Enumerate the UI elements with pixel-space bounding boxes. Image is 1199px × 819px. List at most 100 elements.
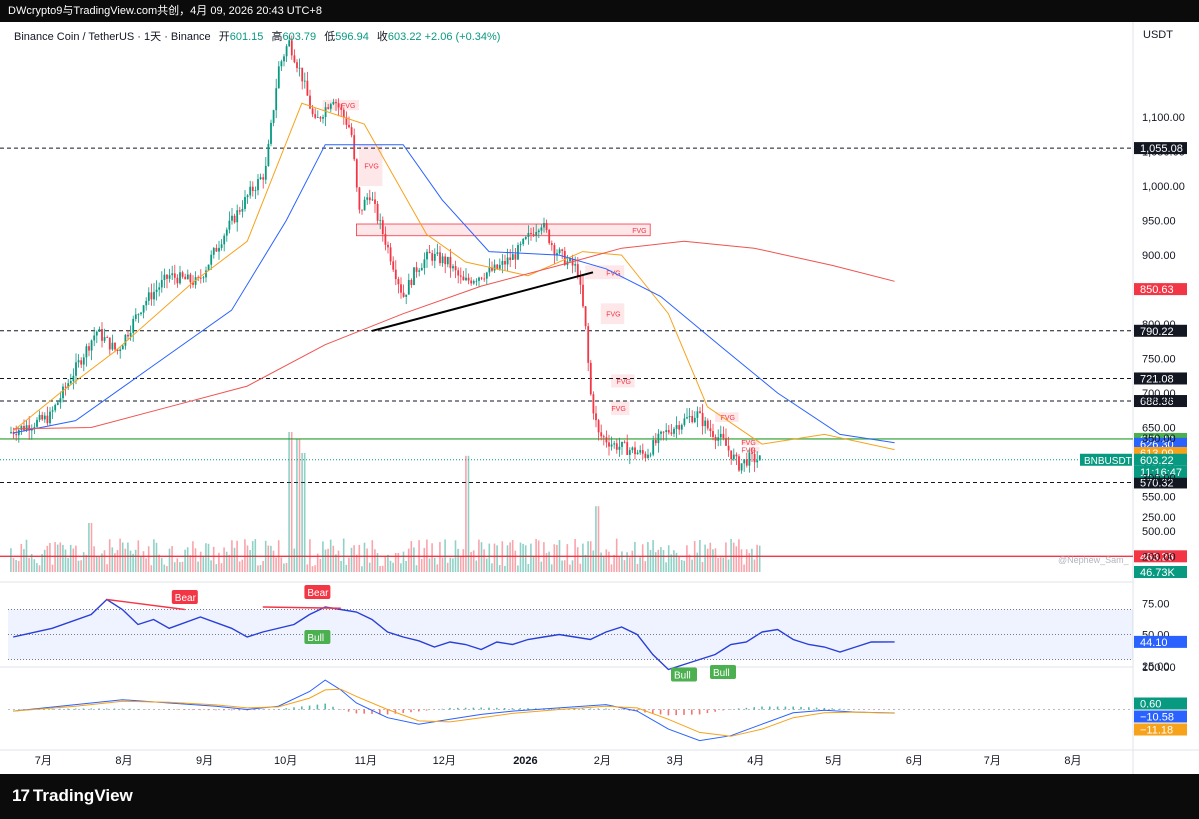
macd-histogram-bar: [464, 707, 467, 710]
volume-bar: [467, 455, 470, 572]
volume-bar: [314, 565, 316, 572]
volume-bar: [543, 542, 545, 572]
candle-body: [709, 428, 712, 432]
volume-bar: [106, 564, 108, 572]
chart-canvas[interactable]: FVGFVGFVGFVGFVGFVGFVGFVGFVGFVG500.00550.…: [0, 22, 1199, 774]
candle-body: [670, 432, 673, 434]
candle-body: [158, 287, 161, 290]
volume-bar: [30, 553, 33, 572]
volume-bar: [680, 560, 683, 572]
candle-body: [605, 437, 608, 443]
volume-bar: [46, 545, 49, 572]
volume-bar: [496, 545, 498, 572]
volume-bar: [332, 545, 335, 572]
volume-bar: [246, 545, 249, 572]
volume-bar: [272, 550, 275, 572]
macd-histogram-bar: [792, 706, 794, 710]
candle-body: [283, 56, 285, 62]
volume-bar: [171, 546, 173, 572]
candle-body: [233, 215, 236, 223]
tradingview-logo[interactable]: 17 TradingView: [12, 786, 133, 806]
volume-bar: [514, 550, 517, 572]
volume-bar: [316, 553, 319, 572]
macd-histogram-bar: [90, 708, 92, 710]
symbol-legend: Binance Coin / TetherUS · 1天 · Binance 开…: [14, 28, 500, 44]
volume-bar: [428, 558, 431, 572]
volume-bar: [444, 539, 446, 572]
candle-body: [535, 232, 538, 236]
volume-bar: [108, 539, 111, 572]
candle-body: [647, 454, 649, 458]
candle-body: [303, 80, 306, 82]
candle-body: [127, 334, 129, 337]
candle-body: [376, 203, 379, 221]
candle-body: [134, 314, 137, 319]
candle-body: [49, 411, 51, 424]
open-value: 601.15: [229, 31, 264, 43]
macd-histogram-bar: [121, 708, 124, 710]
volume-bar: [688, 554, 691, 572]
candle-body: [576, 264, 579, 277]
time-axis-label: 2026: [513, 755, 537, 767]
candle-body: [121, 345, 124, 350]
volume-bar: [576, 547, 579, 572]
volume-bar: [379, 565, 381, 572]
candle-body: [140, 312, 142, 314]
fvg-label: FVG: [606, 270, 620, 277]
volume-bar: [400, 563, 402, 572]
volume-bar: [194, 548, 197, 572]
macd-histogram-bar: [823, 707, 826, 710]
candle-body: [275, 88, 278, 111]
macd-histogram-bar: [98, 708, 100, 710]
candle-body: [439, 252, 441, 264]
macd-histogram-bar: [238, 709, 241, 711]
volume-bar: [732, 542, 735, 572]
volume-bar: [402, 551, 405, 572]
candle-body: [400, 284, 402, 293]
volume-bar: [743, 564, 745, 572]
time-axis-label: 8月: [1064, 755, 1081, 767]
macd-histogram-bar: [215, 709, 217, 711]
volume-bar: [725, 542, 727, 572]
candle-body: [688, 416, 691, 418]
price-tag-label: 790.22: [1140, 326, 1174, 338]
candle-body: [389, 247, 392, 262]
volume-bar: [231, 540, 233, 572]
volume-bar: [389, 560, 392, 572]
volume-bar: [730, 538, 732, 572]
candle-body: [366, 197, 369, 200]
candle-body: [613, 443, 616, 445]
macd-histogram-bar: [691, 709, 693, 715]
volume-bar: [465, 455, 467, 572]
candle-body: [636, 452, 639, 455]
candle-body: [680, 424, 683, 430]
fvg-label: FVG: [617, 379, 631, 386]
candle-body: [501, 261, 504, 265]
footer-bar: 17 TradingView: [0, 774, 1199, 819]
volume-axis-tick-label: 200.00: [1142, 551, 1176, 563]
candle-body: [72, 375, 75, 382]
candle-body: [753, 453, 756, 463]
currency-label[interactable]: USDT: [1143, 29, 1173, 41]
volume-bar: [285, 562, 288, 572]
macd-histogram-bar: [74, 708, 77, 710]
candle-body: [142, 305, 145, 313]
time-axis-label: 5月: [825, 755, 842, 767]
candle-body: [426, 251, 428, 260]
candle-body: [433, 253, 436, 261]
candle-body: [743, 459, 746, 464]
candle-body: [340, 107, 343, 110]
volume-bar: [129, 550, 132, 572]
chart-area[interactable]: FVG FVG FVG FVG FVG FVG FVG FVG FVG FVG 500.00 550.…: [0, 22, 1199, 774]
high-value: 603.79: [282, 31, 317, 43]
volume-bar: [212, 546, 215, 572]
volume-bar: [56, 544, 59, 572]
macd-histogram-bar: [113, 708, 116, 710]
macd-histogram-bar: [675, 709, 677, 716]
volume-bar: [558, 540, 561, 572]
candle-body: [179, 272, 181, 284]
candle-body: [38, 414, 41, 420]
candle-body: [132, 318, 135, 333]
macd-histogram-bar: [519, 708, 521, 710]
symbol-name[interactable]: Binance Coin / TetherUS · 1天 · Binance: [14, 31, 211, 43]
